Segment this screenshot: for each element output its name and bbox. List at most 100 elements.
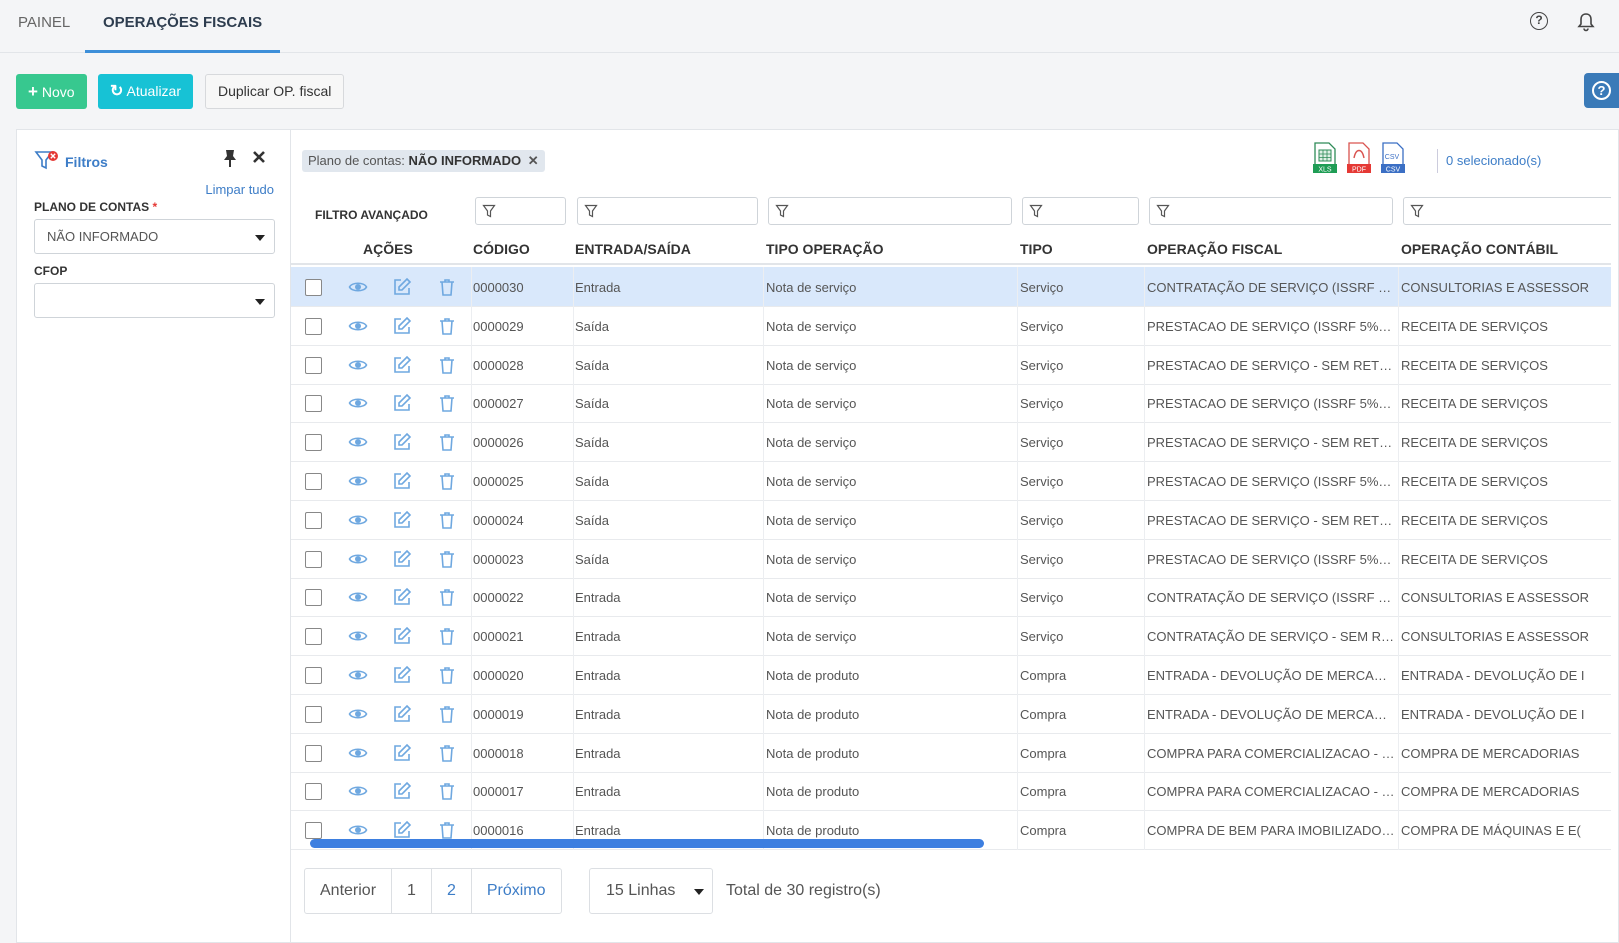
rows-per-page-select[interactable]: 15 Linhas	[589, 868, 713, 914]
table-row[interactable]: 0000024 Saída Nota de serviço Serviço PRESTA…	[291, 499, 1611, 540]
floating-help-button[interactable]: ?	[1584, 73, 1619, 108]
edit-icon[interactable]	[392, 510, 412, 530]
page-1-button[interactable]: 1	[392, 869, 432, 913]
table-row[interactable]: 0000026 Saída Nota de serviço Serviço PRESTA…	[291, 422, 1611, 463]
cfop-select[interactable]	[34, 283, 275, 318]
next-page-button[interactable]: Próximo	[472, 869, 561, 913]
view-icon[interactable]	[348, 626, 368, 646]
clear-all-link[interactable]: Limpar tudo	[205, 182, 274, 197]
pin-icon[interactable]	[221, 148, 239, 168]
table-row[interactable]: 0000023 Saída Nota de serviço Serviço PRESTA…	[291, 538, 1611, 579]
row-checkbox[interactable]	[305, 279, 322, 296]
xls-export-icon[interactable]: XLS	[1312, 142, 1338, 174]
view-icon[interactable]	[348, 781, 368, 801]
row-checkbox[interactable]	[305, 434, 322, 452]
prev-page-button[interactable]: Anterior	[305, 869, 393, 913]
horizontal-scrollbar[interactable]	[310, 839, 984, 848]
row-checkbox[interactable]	[305, 667, 322, 684]
delete-icon[interactable]	[437, 432, 457, 452]
table-row[interactable]: 0000027 Saída Nota de serviço Serviço PRESTA…	[291, 383, 1611, 424]
view-icon[interactable]	[348, 393, 368, 413]
row-checkbox[interactable]	[305, 511, 322, 529]
close-icon[interactable]	[252, 150, 266, 164]
refresh-button[interactable]: ↻ Atualizar	[98, 74, 193, 109]
delete-icon[interactable]	[437, 355, 457, 375]
row-checkbox[interactable]	[305, 783, 322, 801]
table-row[interactable]: 0000022 Entrada Nota de serviço Serviço CONT…	[291, 577, 1611, 618]
edit-icon[interactable]	[392, 820, 412, 840]
table-row[interactable]: 0000025 Saída Nota de serviço Serviço PRESTA…	[291, 461, 1611, 501]
table-row[interactable]: 0000028 Saída Nota de serviço Serviço PRESTA…	[291, 344, 1611, 385]
table-row[interactable]: 0000029 Saída Nota de serviço Serviço PRESTA…	[291, 305, 1611, 346]
column-header-operacao-contabil[interactable]: OPERAÇÃO CONTÁBIL	[1401, 241, 1558, 257]
delete-icon[interactable]	[437, 549, 457, 569]
duplicate-button[interactable]: Duplicar OP. fiscal	[205, 74, 345, 109]
delete-icon[interactable]	[437, 316, 457, 336]
delete-icon[interactable]	[437, 704, 457, 724]
view-icon[interactable]	[348, 432, 368, 452]
column-header-tipo-operacao[interactable]: TIPO OPERAÇÃO	[766, 241, 883, 257]
edit-icon[interactable]	[392, 587, 412, 607]
column-header-operacao-fiscal[interactable]: OPERAÇÃO FISCAL	[1147, 241, 1282, 257]
view-icon[interactable]	[348, 820, 368, 840]
view-icon[interactable]	[348, 743, 368, 763]
edit-icon[interactable]	[392, 626, 412, 646]
filter-input-tipo[interactable]	[1022, 197, 1139, 225]
delete-icon[interactable]	[437, 781, 457, 801]
row-checkbox[interactable]	[305, 550, 322, 568]
delete-icon[interactable]	[437, 743, 457, 763]
table-row[interactable]: 0000030 Entrada Nota de serviço Serviço CONT…	[291, 267, 1611, 307]
table-row[interactable]: 0000020 Entrada Nota de produto Compra ENTRA…	[291, 655, 1611, 695]
column-header-tipo[interactable]: TIPO	[1020, 241, 1053, 257]
edit-icon[interactable]	[392, 432, 412, 452]
new-button[interactable]: + Novo	[16, 74, 87, 109]
edit-icon[interactable]	[392, 355, 412, 375]
edit-icon[interactable]	[392, 393, 412, 413]
csv-export-icon[interactable]: CSV CSV	[1380, 142, 1406, 174]
tab-operacoes-fiscais[interactable]: OPERAÇÕES FISCAIS	[85, 0, 281, 53]
row-checkbox[interactable]	[305, 822, 322, 840]
table-row[interactable]: 0000017 Entrada Nota de produto Compra COMPR…	[291, 771, 1611, 812]
table-row[interactable]: 0000019 Entrada Nota de produto Compra ENTRA…	[291, 693, 1611, 734]
row-checkbox[interactable]	[305, 395, 322, 413]
view-icon[interactable]	[348, 355, 368, 375]
edit-icon[interactable]	[392, 743, 412, 763]
delete-icon[interactable]	[437, 393, 457, 413]
filter-input-codigo[interactable]	[475, 197, 566, 225]
row-checkbox[interactable]	[305, 356, 322, 374]
view-icon[interactable]	[348, 316, 368, 336]
edit-icon[interactable]	[392, 665, 412, 685]
row-checkbox[interactable]	[305, 705, 322, 723]
view-icon[interactable]	[348, 704, 368, 724]
table-row[interactable]: 0000021 Entrada Nota de serviço Serviço CONT…	[291, 616, 1611, 657]
remove-filter-icon[interactable]: ✕	[528, 153, 539, 168]
view-icon[interactable]	[348, 665, 368, 685]
edit-icon[interactable]	[392, 316, 412, 336]
view-icon[interactable]	[348, 587, 368, 607]
edit-icon[interactable]	[392, 277, 412, 297]
row-checkbox[interactable]	[305, 317, 322, 335]
row-checkbox[interactable]	[305, 628, 322, 646]
column-header-entrada-saida[interactable]: ENTRADA/SAÍDA	[575, 241, 691, 257]
plano-de-contas-select[interactable]: NÃO INFORMADO	[34, 219, 275, 254]
delete-icon[interactable]	[437, 277, 457, 297]
delete-icon[interactable]	[437, 665, 457, 685]
edit-icon[interactable]	[392, 704, 412, 724]
filter-input-operacao-contabil[interactable]	[1403, 197, 1611, 225]
edit-icon[interactable]	[392, 471, 412, 491]
delete-icon[interactable]	[437, 587, 457, 607]
filter-input-operacao-fiscal[interactable]	[1149, 197, 1393, 225]
table-row[interactable]: 0000018 Entrada Nota de produto Compra COMPR…	[291, 732, 1611, 773]
delete-icon[interactable]	[437, 626, 457, 646]
delete-icon[interactable]	[437, 820, 457, 840]
filter-input-tipo-operacao[interactable]	[768, 197, 1012, 225]
view-icon[interactable]	[348, 471, 368, 491]
view-icon[interactable]	[348, 277, 368, 297]
page-2-button[interactable]: 2	[432, 869, 472, 913]
row-checkbox[interactable]	[305, 589, 322, 607]
bell-icon[interactable]	[1576, 12, 1596, 32]
delete-icon[interactable]	[437, 510, 457, 530]
edit-icon[interactable]	[392, 781, 412, 801]
column-header-codigo[interactable]: CÓDIGO	[473, 241, 530, 257]
row-checkbox[interactable]	[305, 744, 322, 762]
